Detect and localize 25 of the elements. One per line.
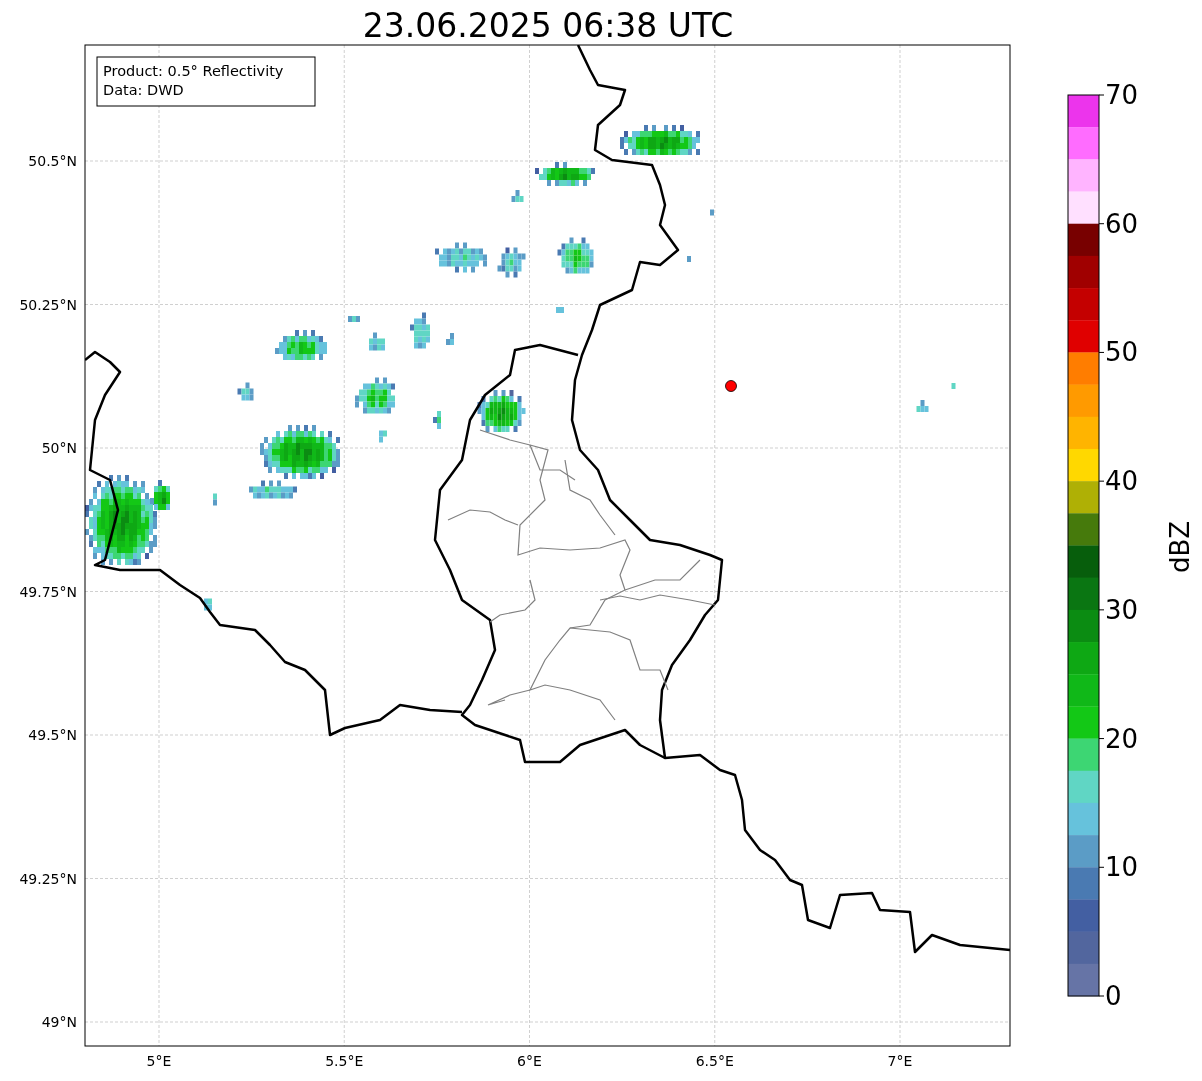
colorbar-tick-label: 40 xyxy=(1105,466,1139,497)
latitude-label: 50.25°N xyxy=(19,296,77,313)
colorbar-tick-label: 50 xyxy=(1105,337,1139,368)
latitude-label: 49.5°N xyxy=(28,727,77,743)
latitude-label: 49.25°N xyxy=(19,870,77,887)
colorbar-tick-label: 10 xyxy=(1105,852,1139,883)
colorbar-tick-label: 70 xyxy=(1105,80,1139,110)
latitude-label: 50.5°N xyxy=(28,153,77,169)
latitude-label: 49°N xyxy=(41,1014,77,1030)
colorbar-tick-label: 20 xyxy=(1105,723,1139,754)
chart-title: 23.06.2025 06:38 UTC xyxy=(362,6,734,45)
longitude-label: 6.5°E xyxy=(695,1053,734,1069)
longitude-label: 6°E xyxy=(517,1053,542,1069)
colorbar-label: dBZ xyxy=(1165,520,1195,574)
location-marker xyxy=(725,380,737,392)
colorbar-tick-label: 60 xyxy=(1105,208,1139,239)
longitude-label: 5°E xyxy=(146,1053,172,1069)
info-text: Data: DWD xyxy=(103,82,184,98)
colorbar-tick-label: 0 xyxy=(1105,981,1122,1011)
latitude-label: 50°N xyxy=(41,440,77,456)
info-text: Product: 0.5° Reflectivity xyxy=(103,63,284,79)
longitude-label: 7°E xyxy=(887,1053,913,1069)
latitude-label: 49.75°N xyxy=(19,583,77,600)
longitude-label: 5.5°E xyxy=(325,1053,364,1069)
colorbar-tick-label: 30 xyxy=(1105,594,1139,625)
